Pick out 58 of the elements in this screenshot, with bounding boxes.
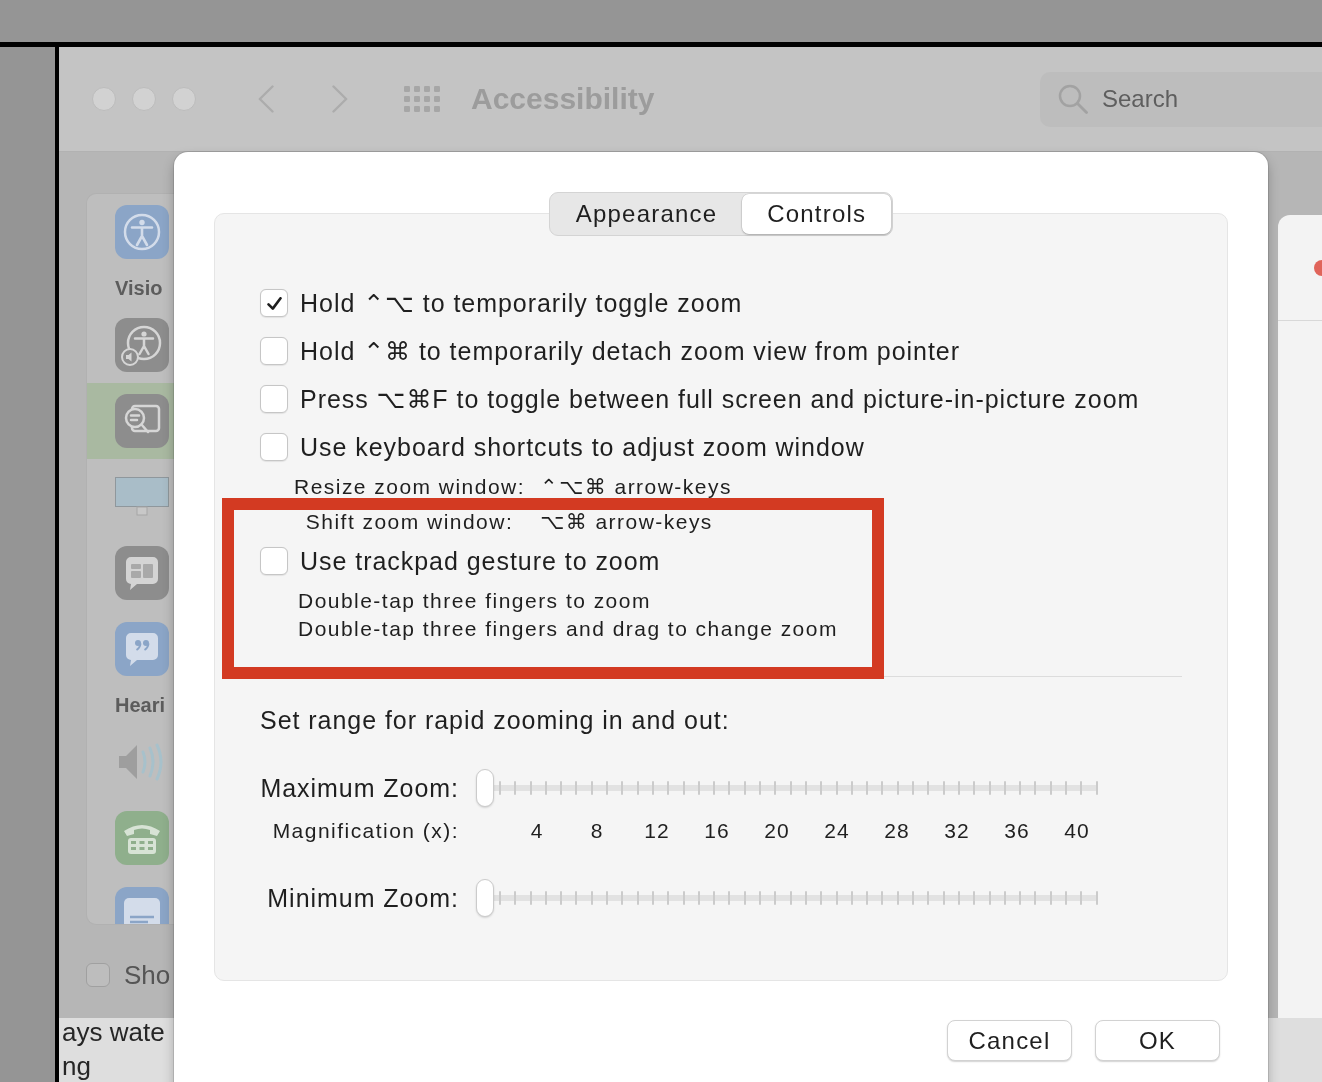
accessibility-icon — [115, 205, 169, 259]
checkmark-icon — [266, 296, 282, 310]
checkbox-label: Sho — [124, 959, 171, 991]
search-icon — [1058, 84, 1088, 114]
scale-label: Magnification (x): — [272, 819, 459, 843]
slider-thumb[interactable] — [476, 879, 494, 917]
dialog-button[interactable]: OK — [1095, 1020, 1220, 1061]
search-field[interactable]: Search — [1040, 71, 1322, 127]
gesture-note: Double-tap three fingers to zoom — [298, 588, 651, 614]
sidebar-item[interactable] — [87, 383, 175, 459]
checkbox[interactable] — [260, 337, 288, 365]
option-label: Use trackpad gesture to zoom — [300, 546, 661, 576]
slider-thumb[interactable] — [476, 769, 494, 807]
shortcut-label: Shift zoom window: — [305, 510, 514, 533]
tab[interactable]: Controls — [742, 194, 892, 234]
slider-label: Maximum Zoom: — [260, 773, 459, 803]
scale-value: 40 — [1064, 819, 1090, 843]
option-label: Hold ⌃⌥ to temporarily toggle zoom — [300, 288, 743, 318]
scale-value: 4 — [530, 819, 544, 843]
option-label: Use keyboard shortcuts to adjust zoom window — [300, 432, 865, 462]
scale-value: 8 — [590, 819, 604, 843]
scale-value: 36 — [1004, 819, 1030, 843]
checkbox[interactable] — [260, 385, 288, 413]
grid-icon[interactable] — [404, 86, 440, 112]
section-label: Visio — [115, 277, 163, 300]
accessibility-speaker-icon — [115, 318, 169, 372]
checkbox[interactable] — [260, 433, 288, 461]
scale-value: 24 — [824, 819, 850, 843]
background-text: ays wate — [62, 1018, 165, 1046]
checkbox[interactable] — [86, 963, 110, 987]
chevron-left-icon[interactable] — [258, 85, 274, 113]
scale-value: 16 — [704, 819, 730, 843]
dialog-button[interactable]: Cancel — [947, 1020, 1072, 1061]
scale-value: 20 — [764, 819, 790, 843]
slider-track[interactable] — [476, 769, 1098, 807]
shortcut-keys: ⌥⌘ arrow-keys — [540, 510, 732, 533]
gesture-note: Double-tap three fingers and drag to change zoom — [298, 616, 838, 642]
slider-label: Minimum Zoom: — [267, 883, 459, 913]
shortcut-keys: ⌃⌥⌘ arrow-keys — [540, 475, 732, 498]
slider-track[interactable] — [476, 879, 1098, 917]
section-label: Heari — [115, 694, 166, 717]
tab[interactable]: Appearance — [550, 194, 743, 234]
shortcut-label: Resize zoom window: — [294, 475, 525, 498]
telephone-icon — [115, 811, 169, 865]
speech-bubble-icon — [115, 546, 169, 600]
section-heading: Set range for rapid zooming in and out: — [260, 705, 730, 735]
magnifier-screen-icon — [115, 394, 169, 448]
monitor-icon — [115, 477, 169, 517]
scale-value: 32 — [944, 819, 970, 843]
scale-value: 28 — [884, 819, 910, 843]
option-label: Press ⌥⌘F to toggle between full screen and picture-in-picture zoom — [300, 384, 1140, 414]
background-text: ng — [62, 1052, 91, 1080]
scale-value: 12 — [644, 819, 670, 843]
chevron-right-icon[interactable] — [332, 85, 348, 113]
checkbox[interactable] — [260, 547, 288, 575]
checkbox[interactable] — [260, 289, 288, 317]
quote-bubble-icon — [115, 622, 169, 676]
option-label: Hold ⌃⌘ to temporarily detach zoom view from pointer — [300, 336, 960, 366]
